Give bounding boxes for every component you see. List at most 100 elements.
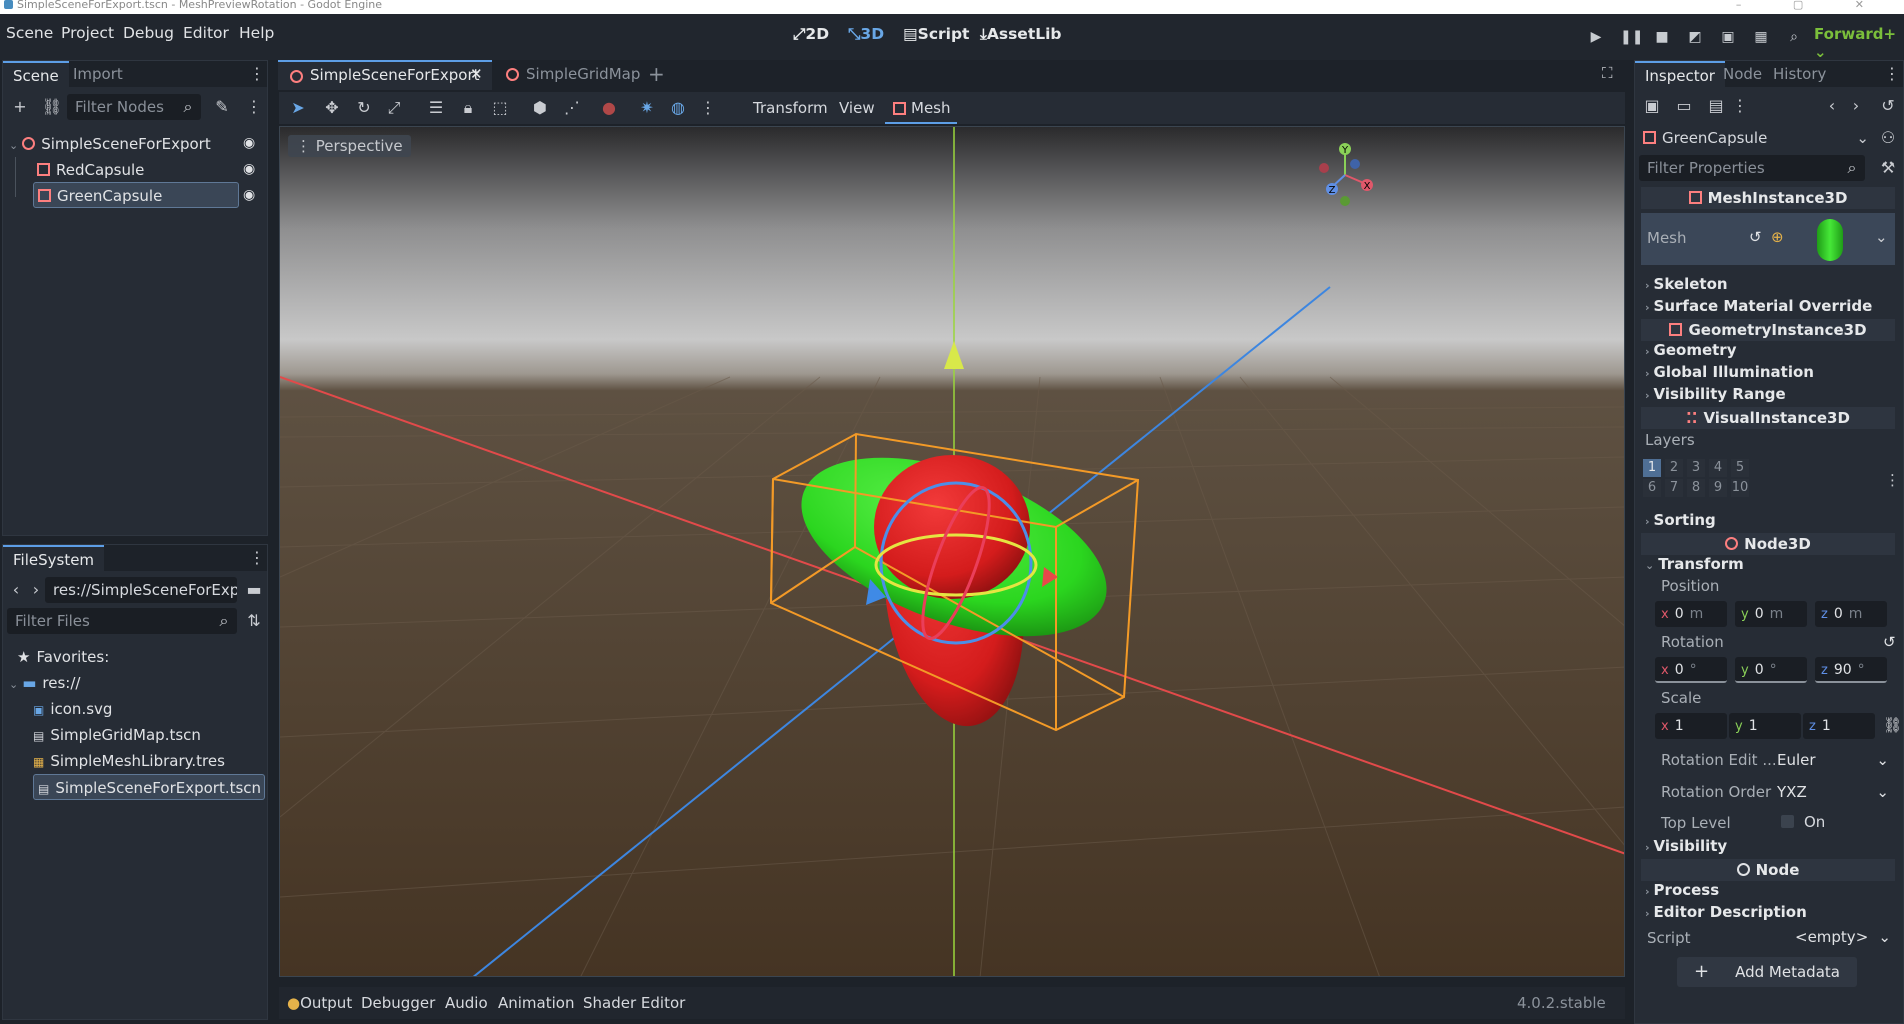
path-input[interactable]: res://SimpleSceneForExpor: [45, 577, 237, 603]
favorites-item[interactable]: ★ Favorites:: [17, 644, 109, 670]
rotation-edit-dropdown[interactable]: Euler ⌄: [1771, 747, 1891, 773]
history-forward-icon[interactable]: ›: [1845, 95, 1867, 117]
menu-editor[interactable]: Editor: [183, 24, 229, 42]
layer-cell[interactable]: 3: [1687, 459, 1705, 477]
view-menu[interactable]: View: [839, 99, 875, 117]
menu-debug[interactable]: Debug: [123, 24, 174, 42]
add-metadata-button[interactable]: + Add Metadata: [1677, 957, 1857, 987]
sort-icon[interactable]: ⇅: [243, 610, 265, 632]
move-tool-icon[interactable]: ✥: [321, 97, 343, 119]
pause-icon[interactable]: ❚❚: [1620, 29, 1643, 47]
property-options-icon[interactable]: ⚒: [1877, 157, 1899, 179]
file-item[interactable]: ▣ icon.svg: [33, 696, 112, 722]
revert-icon[interactable]: ↺: [1749, 228, 1762, 246]
camera-preview-icon[interactable]: ●: [598, 97, 620, 119]
perspective-menu[interactable]: ⋮ Perspective: [288, 135, 411, 157]
stop-icon[interactable]: ■: [1653, 29, 1671, 47]
dock-menu-icon[interactable]: ⋮: [246, 63, 268, 85]
scale-z-field[interactable]: z1: [1803, 713, 1875, 739]
instance-scene-icon[interactable]: ⛓: [41, 96, 63, 118]
mesh-property[interactable]: Mesh ↺ ⊕ ⌄: [1641, 213, 1895, 265]
play-icon[interactable]: ▶: [1587, 29, 1605, 47]
file-item[interactable]: ▤ SimpleGridMap.tscn: [33, 722, 201, 748]
group-process[interactable]: › Process: [1645, 881, 1719, 899]
dock-menu-icon[interactable]: ⋮: [246, 547, 268, 569]
back-icon[interactable]: ‹: [5, 579, 27, 601]
scene-options-icon[interactable]: ⋮: [243, 96, 265, 118]
dock-menu-icon[interactable]: ⋮: [1881, 63, 1903, 85]
add-node-icon[interactable]: +: [9, 96, 31, 118]
renderer-select[interactable]: Forward+ ⌄: [1814, 25, 1904, 61]
play-custom-scene-icon[interactable]: ▦: [1752, 29, 1770, 47]
scale-x-field[interactable]: x1: [1655, 713, 1727, 739]
forward-icon[interactable]: ›: [25, 579, 47, 601]
object-selector[interactable]: GreenCapsule ⌄: [1639, 125, 1869, 151]
mode-assetlib-button[interactable]: ⤓AssetLib: [980, 25, 1062, 44]
filter-properties-input[interactable]: Filter Properties: [1639, 155, 1865, 181]
tab-shader-editor[interactable]: Shader Editor: [583, 994, 685, 1012]
tab-import[interactable]: Import: [63, 61, 133, 87]
layer-cell[interactable]: 1: [1643, 459, 1661, 477]
layer-cell[interactable]: 9: [1709, 479, 1727, 497]
layers-grid[interactable]: 1 2 3 4 5 6 7 8 9 10: [1643, 459, 1763, 499]
history-back-icon[interactable]: ‹: [1821, 95, 1843, 117]
group-geometry[interactable]: › Geometry: [1645, 341, 1737, 359]
mesh-menu[interactable]: Mesh: [885, 92, 957, 124]
object-history-icon[interactable]: ↺: [1877, 95, 1899, 117]
rotation-x-field[interactable]: x 0 °: [1655, 657, 1727, 683]
visibility-eye-icon[interactable]: ◉: [243, 187, 255, 203]
rotation-z-field[interactable]: z 90 °: [1815, 657, 1887, 683]
snap-icon[interactable]: ⋰: [561, 97, 583, 119]
chevron-down-icon[interactable]: ⌄: [1875, 228, 1888, 246]
remote-debug-icon[interactable]: ◩: [1686, 29, 1704, 47]
new-resource-icon[interactable]: ▣: [1641, 95, 1663, 117]
tab-audio[interactable]: Audio: [445, 994, 488, 1012]
menu-help[interactable]: Help: [239, 24, 274, 42]
tab-history[interactable]: History: [1763, 61, 1836, 87]
viewport-canvas[interactable]: [280, 127, 1625, 977]
layer-cell[interactable]: 2: [1665, 459, 1683, 477]
mesh-thumbnail[interactable]: [1817, 219, 1843, 261]
scene-tab-active[interactable]: SimpleSceneForExport ✕: [278, 60, 492, 90]
transform-menu[interactable]: Transform: [753, 99, 828, 117]
position-z-field[interactable]: z0m: [1815, 601, 1887, 627]
group-skeleton[interactable]: › Skeleton: [1645, 275, 1728, 293]
group-visibility[interactable]: › Visibility: [1645, 837, 1727, 855]
script-resource-picker[interactable]: <empty> ⌄: [1785, 925, 1893, 949]
environment-preview-icon[interactable]: ◍: [667, 97, 689, 119]
menu-project[interactable]: Project: [61, 24, 114, 42]
window-controls[interactable]: – ▢ ✕: [1736, 0, 1888, 10]
local-space-icon[interactable]: ⬢: [529, 97, 551, 119]
scene-tab[interactable]: SimpleGridMap: [496, 60, 646, 90]
close-tab-icon[interactable]: ✕: [470, 65, 483, 83]
layer-cell[interactable]: 6: [1643, 479, 1661, 497]
movie-maker-icon[interactable]: ⌕: [1785, 29, 1803, 47]
add-tab-icon[interactable]: +: [648, 62, 665, 86]
tree-node-redcapsule[interactable]: RedCapsule: [33, 157, 239, 183]
tab-inspector[interactable]: Inspector: [1635, 61, 1725, 87]
layer-cell[interactable]: 4: [1709, 459, 1727, 477]
tab-output[interactable]: ●Output: [287, 994, 352, 1012]
distraction-free-icon[interactable]: ⛶: [1602, 64, 1613, 82]
rotation-y-field[interactable]: y 0 °: [1735, 657, 1807, 683]
list-select-icon[interactable]: ☰: [425, 97, 447, 119]
3d-viewport[interactable]: ⋮ Perspective Y X Z: [279, 126, 1625, 977]
mode-2d-button[interactable]: ⤢2D: [793, 25, 829, 44]
group-transform[interactable]: ⌄ Transform: [1645, 555, 1744, 573]
menu-scene[interactable]: Scene: [6, 24, 53, 42]
group-visibility-range[interactable]: › Visibility Range: [1645, 385, 1786, 403]
rotate-tool-icon[interactable]: ↻: [353, 97, 375, 119]
split-mode-icon[interactable]: ▬: [243, 579, 265, 601]
scale-tool-icon[interactable]: ⤢: [383, 97, 405, 119]
play-scene-icon[interactable]: ▣: [1719, 29, 1737, 47]
attach-script-icon[interactable]: ✎: [211, 96, 233, 118]
link-scale-icon[interactable]: ⛓: [1883, 716, 1902, 734]
layers-options-icon[interactable]: ⋮: [1885, 471, 1900, 489]
layer-cell[interactable]: 5: [1731, 459, 1749, 477]
group-global-illumination[interactable]: › Global Illumination: [1645, 363, 1814, 381]
top-level-checkbox[interactable]: On: [1781, 812, 1825, 832]
tree-node-greencapsule[interactable]: GreenCapsule: [33, 182, 239, 208]
sun-preview-icon[interactable]: ✷: [636, 97, 658, 119]
layer-cell[interactable]: 10: [1731, 479, 1749, 497]
axis-gizmo[interactable]: Y X Z: [1310, 139, 1380, 209]
